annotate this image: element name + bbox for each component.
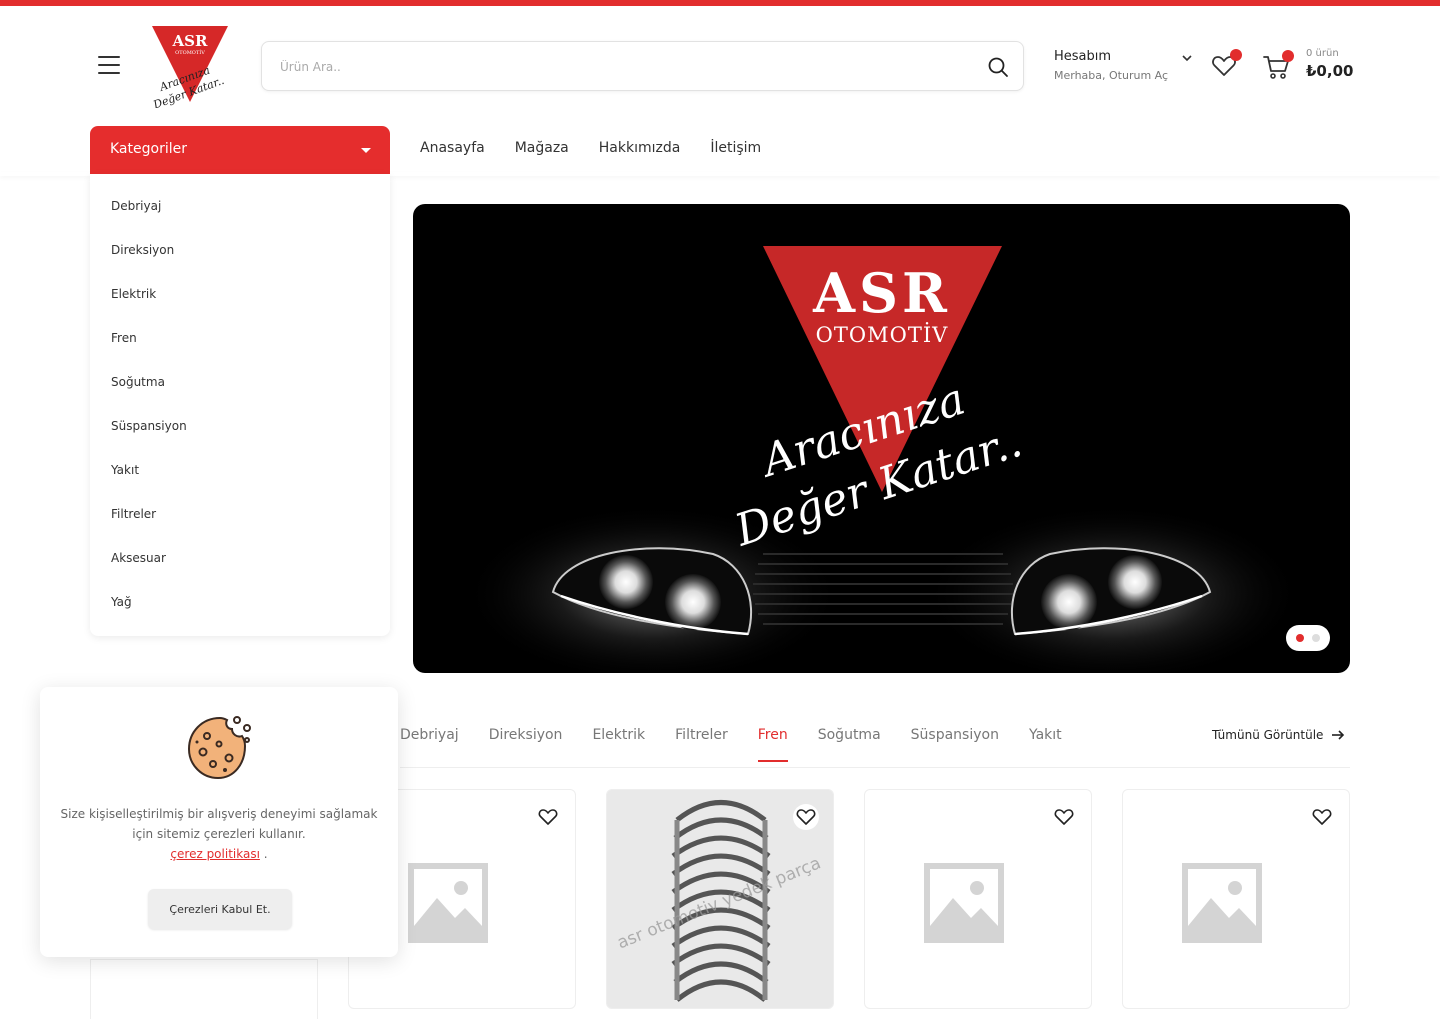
main-nav: Anasayfa Mağaza Hakkımızda İletişim bbox=[420, 140, 761, 156]
product-tabs: Debriyaj Direksiyon Elektrik Filtreler F… bbox=[400, 727, 1062, 762]
tab-suspansiyon[interactable]: Süspansiyon bbox=[911, 727, 999, 762]
slider-dot-2[interactable] bbox=[1312, 634, 1320, 642]
tab-sogutma[interactable]: Soğutma bbox=[818, 727, 881, 762]
category-item[interactable]: Yağ bbox=[111, 595, 132, 609]
nav-about[interactable]: Hakkımızda bbox=[599, 140, 681, 156]
tab-elektrik[interactable]: Elektrik bbox=[592, 727, 645, 762]
cookie-consent-popup: Size kişiselleştirilmiş bir alışveriş de… bbox=[40, 687, 398, 957]
account-title: Hesabım bbox=[1054, 49, 1112, 64]
search-input[interactable] bbox=[280, 56, 970, 78]
account-menu[interactable]: Hesabım Merhaba, Oturum Aç bbox=[1054, 48, 1194, 88]
cart-total: ₺0,00 bbox=[1306, 62, 1354, 80]
category-item[interactable]: Süspansiyon bbox=[111, 419, 187, 433]
category-item[interactable]: Filtreler bbox=[111, 507, 156, 521]
cookie-text: Size kişiselleştirilmiş bir alışveriş de… bbox=[60, 807, 378, 841]
category-item[interactable]: Soğutma bbox=[111, 375, 165, 389]
hero-slider[interactable]: ASR OTOMOTİV Aracınıza Değer Katar.. bbox=[413, 204, 1350, 673]
nav-home[interactable]: Anasayfa bbox=[420, 140, 485, 156]
tabs-divider bbox=[400, 767, 1350, 768]
site-logo[interactable]: ASR OTOMOTİV Aracınıza Değer Katar.. bbox=[146, 24, 236, 112]
search-icon[interactable] bbox=[987, 56, 1009, 78]
categories-title: Kategoriler bbox=[110, 141, 187, 157]
tab-yakit[interactable]: Yakıt bbox=[1029, 727, 1062, 762]
image-placeholder-icon bbox=[407, 862, 489, 944]
logo-sub: OTOMOTİV bbox=[175, 49, 205, 56]
view-all-label: Tümünü Görüntüle bbox=[1212, 728, 1324, 742]
view-all-link[interactable]: Tümünü Görüntüle bbox=[1212, 728, 1345, 742]
cart-summary[interactable]: 0 ürün ₺0,00 bbox=[1306, 48, 1353, 80]
categories-toggle[interactable]: Kategoriler bbox=[90, 126, 390, 174]
cookie-message: Size kişiselleştirilmiş bir alışveriş de… bbox=[60, 807, 378, 861]
heart-icon bbox=[1312, 809, 1332, 825]
add-to-wishlist-button[interactable] bbox=[535, 804, 561, 830]
category-item[interactable]: Direksiyon bbox=[111, 243, 174, 257]
heart-icon bbox=[796, 809, 816, 825]
chevron-down-icon bbox=[1180, 50, 1194, 64]
tab-direksiyon[interactable]: Direksiyon bbox=[489, 727, 563, 762]
cart-count: 0 ürün bbox=[1306, 48, 1339, 59]
category-item[interactable]: Yakıt bbox=[111, 463, 139, 477]
cart-button[interactable] bbox=[1262, 50, 1294, 82]
heart-icon bbox=[1054, 809, 1074, 825]
add-to-wishlist-button[interactable] bbox=[793, 804, 819, 830]
tab-fren[interactable]: Fren bbox=[757, 727, 788, 762]
nav-shop[interactable]: Mağaza bbox=[515, 140, 569, 156]
logo-brand: ASR bbox=[172, 32, 208, 50]
image-placeholder-icon bbox=[1181, 862, 1263, 944]
product-card[interactable]: asr otomotiv yedek parça bbox=[606, 789, 834, 1009]
cookie-policy-link[interactable]: çerez politikası bbox=[170, 847, 260, 861]
hamburger-menu-icon[interactable] bbox=[98, 56, 120, 74]
slider-dot-1[interactable] bbox=[1296, 634, 1304, 642]
search-bar bbox=[261, 41, 1024, 91]
tab-filtreler[interactable]: Filtreler bbox=[675, 727, 728, 762]
product-card-partial bbox=[90, 959, 318, 1019]
product-card[interactable] bbox=[864, 789, 1092, 1009]
hero-brand: ASR bbox=[812, 261, 951, 325]
categories-list: Debriyaj Direksiyon Elektrik Fren Soğutm… bbox=[90, 174, 390, 636]
hero-sub: OTOMOTİV bbox=[816, 323, 949, 347]
cookie-icon bbox=[185, 714, 255, 784]
hero-banner-image: ASR OTOMOTİV Aracınıza Değer Katar.. bbox=[463, 246, 1303, 673]
top-accent-bar bbox=[0, 0, 1440, 6]
slider-dots bbox=[1286, 625, 1330, 651]
tab-debriyaj[interactable]: Debriyaj bbox=[400, 727, 459, 762]
category-item[interactable]: Elektrik bbox=[111, 287, 156, 301]
product-card[interactable] bbox=[1122, 789, 1350, 1009]
account-subtitle: Merhaba, Oturum Aç bbox=[1054, 69, 1169, 82]
image-placeholder-icon bbox=[923, 862, 1005, 944]
wishlist-button[interactable] bbox=[1210, 49, 1242, 80]
accept-cookies-button[interactable]: Çerezleri Kabul Et. bbox=[148, 889, 292, 929]
caret-down-icon bbox=[361, 148, 371, 153]
wishlist-badge bbox=[1230, 49, 1242, 61]
cart-badge bbox=[1282, 50, 1294, 62]
category-item[interactable]: Debriyaj bbox=[111, 199, 161, 213]
nav-contact[interactable]: İletişim bbox=[710, 140, 761, 156]
category-item[interactable]: Aksesuar bbox=[111, 551, 166, 565]
arrow-right-icon bbox=[1332, 730, 1345, 740]
add-to-wishlist-button[interactable] bbox=[1051, 804, 1077, 830]
add-to-wishlist-button[interactable] bbox=[1309, 804, 1335, 830]
heart-icon bbox=[538, 809, 558, 825]
category-item[interactable]: Fren bbox=[111, 331, 137, 345]
